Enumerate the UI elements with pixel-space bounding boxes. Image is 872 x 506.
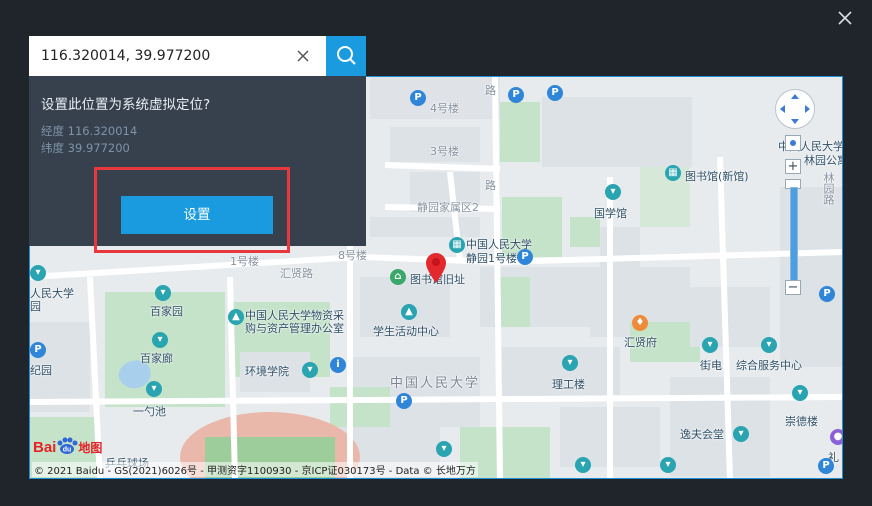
zoom-out-button[interactable]: − <box>785 280 801 295</box>
coordinate-input[interactable] <box>29 36 326 76</box>
building-icon[interactable]: ▦ <box>449 237 465 253</box>
map-label: 林园路 <box>822 172 835 205</box>
location-icon[interactable]: ▾ <box>733 426 749 442</box>
location-icon[interactable]: ▾ <box>302 362 318 378</box>
zoom-slider-track[interactable] <box>790 187 798 285</box>
map-label: 纪园 <box>30 364 52 377</box>
location-icon[interactable]: ▾ <box>575 457 591 473</box>
map-label: 1号楼 <box>230 255 259 268</box>
map-label: 百家廊 <box>140 352 173 365</box>
parking-icon[interactable]: P <box>396 393 412 409</box>
parking-icon[interactable]: P <box>30 342 46 358</box>
locate-me-button[interactable] <box>785 135 801 151</box>
clear-icon <box>297 50 309 62</box>
close-icon <box>838 11 852 25</box>
popup-question: 设置此位置为系统虚拟定位? <box>41 97 211 113</box>
parking-icon[interactable]: P <box>517 249 533 265</box>
residence-icon[interactable]: ♦ <box>632 315 648 331</box>
map-label: 理工楼 <box>552 378 585 391</box>
location-icon[interactable]: ▾ <box>792 385 808 401</box>
school-icon[interactable]: ▲ <box>228 309 244 325</box>
map-label: 静园1号楼 <box>466 252 517 265</box>
paw-icon: du <box>57 437 78 454</box>
map-label: 一勺池 <box>133 405 166 418</box>
map-label: 园 <box>30 300 41 313</box>
location-icon[interactable]: ▾ <box>436 441 452 457</box>
info-icon[interactable]: i <box>330 357 346 373</box>
coordinate-search <box>29 36 366 76</box>
parking-icon[interactable]: P <box>547 85 563 101</box>
popup-latitude: 纬度 39.977200 <box>41 141 130 155</box>
location-icon[interactable]: ▾ <box>761 337 777 353</box>
location-icon[interactable]: ▾ <box>660 457 676 473</box>
location-pin-icon[interactable] <box>426 253 446 283</box>
map-label: 8号楼 <box>338 249 367 262</box>
map-label: 汇贤路 <box>280 267 313 280</box>
svg-text:du: du <box>63 447 72 454</box>
location-icon[interactable]: ▾ <box>562 355 578 371</box>
zoom-in-button[interactable]: + <box>785 159 801 174</box>
location-icon[interactable]: ▾ <box>146 381 162 397</box>
pan-arrows-icon <box>780 94 810 124</box>
location-icon[interactable]: ▾ <box>702 337 718 353</box>
map-label: 静园家属区2 <box>417 201 479 214</box>
search-button[interactable] <box>326 36 366 76</box>
map-label: 百家园 <box>150 305 183 318</box>
place-icon[interactable]: ● <box>830 429 842 445</box>
parking-icon[interactable]: P <box>410 90 426 106</box>
set-location-button[interactable]: 设置 <box>121 196 273 234</box>
map-label: 路 <box>485 179 496 192</box>
popup-longitude: 经度 116.320014 <box>41 124 138 138</box>
clear-button[interactable] <box>294 47 312 65</box>
map-copyright: © 2021 Baidu - GS(2021)6026号 - 甲测资字11009… <box>32 462 478 477</box>
location-icon[interactable]: ▾ <box>605 184 621 200</box>
map-label: 林园公寓 <box>804 154 842 167</box>
map-label: 路 <box>485 84 496 97</box>
parking-icon[interactable]: P <box>508 87 524 103</box>
map-pan-control[interactable] <box>775 89 815 129</box>
building-icon[interactable]: ▦ <box>665 165 681 181</box>
map-label: 环境学院 <box>245 365 289 378</box>
school-icon[interactable]: ▲ <box>401 304 417 320</box>
parking-icon[interactable]: P <box>818 458 834 474</box>
location-icon[interactable]: ▾ <box>152 332 168 348</box>
map-label: 图书馆(新馆) <box>685 170 749 183</box>
map-label: 街电 <box>700 359 722 372</box>
map-label: 4号楼 <box>430 102 459 115</box>
map-label: 3号楼 <box>430 145 459 158</box>
map-label: 汇贤府 <box>624 336 657 349</box>
zoom-control: + − <box>785 135 803 299</box>
location-icon[interactable]: ▾ <box>30 265 46 281</box>
map-label: 综合服务中心 <box>736 359 802 372</box>
baidu-logo: Bai du 地图 <box>33 437 103 456</box>
map-label: 购与资产管理办公室 <box>245 322 344 335</box>
map-label: 学生活动中心 <box>373 325 439 338</box>
parking-icon[interactable]: P <box>819 286 835 302</box>
landmark-icon[interactable]: ⌂ <box>390 269 406 285</box>
location-icon[interactable]: ▾ <box>155 285 171 301</box>
map-label: 国学馆 <box>594 207 627 220</box>
window-close-button[interactable] <box>832 5 858 31</box>
search-icon <box>337 46 356 65</box>
map-label: 崇德楼 <box>785 415 818 428</box>
map-label: 中国人民大学 <box>390 376 481 391</box>
map-label: 逸夫会堂 <box>680 428 724 441</box>
